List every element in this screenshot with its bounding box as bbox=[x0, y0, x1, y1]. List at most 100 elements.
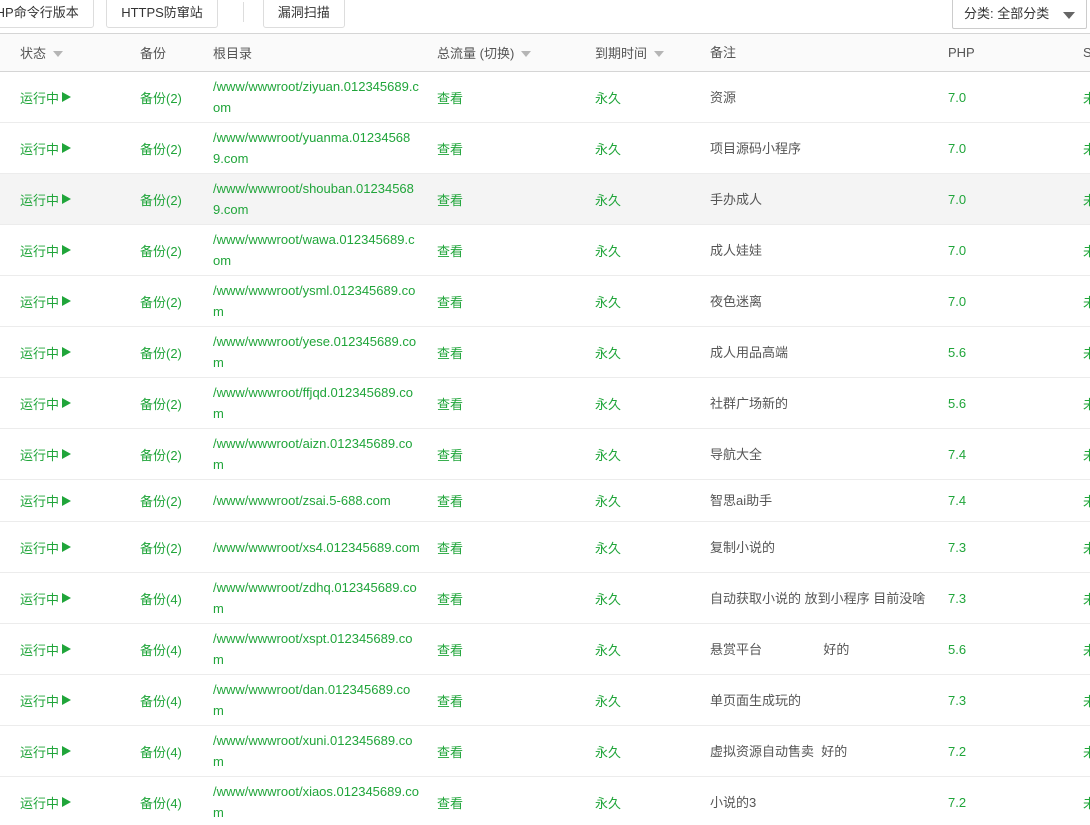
root-path-link[interactable]: /www/wwwroot/shouban.012345689.com bbox=[213, 178, 421, 220]
php-version-link[interactable]: 7.2 bbox=[948, 795, 966, 810]
site-status-toggle[interactable]: 运行中 bbox=[20, 640, 71, 659]
site-note[interactable]: 成人用品高端 bbox=[710, 343, 948, 362]
site-status-toggle[interactable]: 运行中 bbox=[20, 139, 71, 158]
traffic-view-link[interactable]: 查看 bbox=[437, 346, 463, 361]
root-path-link[interactable]: /www/wwwroot/yuanma.012345689.com bbox=[213, 127, 421, 169]
expire-time-link[interactable]: 永久 bbox=[595, 346, 621, 361]
site-note[interactable]: 单页面生成玩的 bbox=[710, 691, 948, 710]
php-version-link[interactable]: 7.4 bbox=[948, 493, 966, 508]
site-status-toggle[interactable]: 运行中 bbox=[20, 793, 71, 812]
traffic-view-link[interactable]: 查看 bbox=[437, 796, 463, 811]
root-path-link[interactable]: /www/wwwroot/xiaos.012345689.com bbox=[213, 781, 421, 823]
expire-time-link[interactable]: 永久 bbox=[595, 91, 621, 106]
site-note[interactable]: 自动获取小说的 放到小程序 目前没啥 bbox=[710, 589, 948, 608]
traffic-view-link[interactable]: 查看 bbox=[437, 295, 463, 310]
expire-time-link[interactable]: 永久 bbox=[595, 295, 621, 310]
expire-time-link[interactable]: 永久 bbox=[595, 494, 621, 509]
backup-link[interactable]: 备份(2) bbox=[140, 193, 182, 208]
site-note[interactable]: 复制小说的 bbox=[710, 538, 948, 557]
backup-link[interactable]: 备份(2) bbox=[140, 541, 182, 556]
traffic-view-link[interactable]: 查看 bbox=[437, 694, 463, 709]
ssl-status-link[interactable]: 未部署 bbox=[1083, 91, 1090, 106]
site-status-toggle[interactable]: 运行中 bbox=[20, 491, 71, 510]
site-note[interactable]: 悬赏平台 好的 bbox=[710, 640, 948, 659]
site-status-toggle[interactable]: 运行中 bbox=[20, 742, 71, 761]
site-status-toggle[interactable]: 运行中 bbox=[20, 589, 71, 608]
ssl-status-link[interactable]: 未部署 bbox=[1083, 142, 1090, 157]
ssl-status-link[interactable]: 未部署 bbox=[1083, 745, 1090, 760]
backup-link[interactable]: 备份(4) bbox=[140, 694, 182, 709]
https-anti-hijack-button[interactable]: HTTPS防窜站 bbox=[106, 0, 218, 28]
php-version-link[interactable]: 7.0 bbox=[948, 90, 966, 105]
root-path-link[interactable]: /www/wwwroot/ziyuan.012345689.com bbox=[213, 76, 421, 118]
root-path-link[interactable]: /www/wwwroot/xs4.012345689.com bbox=[213, 537, 421, 558]
expire-time-link[interactable]: 永久 bbox=[595, 592, 621, 607]
root-path-link[interactable]: /www/wwwroot/xspt.012345689.com bbox=[213, 628, 421, 670]
php-version-link[interactable]: 7.4 bbox=[948, 447, 966, 462]
traffic-view-link[interactable]: 查看 bbox=[437, 91, 463, 106]
backup-link[interactable]: 备份(4) bbox=[140, 796, 182, 811]
traffic-view-link[interactable]: 查看 bbox=[437, 244, 463, 259]
column-header-status[interactable]: 状态 bbox=[20, 43, 140, 62]
traffic-view-link[interactable]: 查看 bbox=[437, 193, 463, 208]
site-note[interactable]: 项目源码小程序 bbox=[710, 139, 948, 158]
root-path-link[interactable]: /www/wwwroot/ysml.012345689.com bbox=[213, 280, 421, 322]
site-note[interactable]: 资源 bbox=[710, 88, 948, 107]
php-version-link[interactable]: 7.2 bbox=[948, 744, 966, 759]
site-status-toggle[interactable]: 运行中 bbox=[20, 190, 71, 209]
ssl-status-link[interactable]: 未部署 bbox=[1083, 541, 1090, 556]
backup-link[interactable]: 备份(2) bbox=[140, 397, 182, 412]
expire-time-link[interactable]: 永久 bbox=[595, 745, 621, 760]
backup-link[interactable]: 备份(4) bbox=[140, 592, 182, 607]
ssl-status-link[interactable]: 未部署 bbox=[1083, 796, 1090, 811]
traffic-view-link[interactable]: 查看 bbox=[437, 745, 463, 760]
traffic-view-link[interactable]: 查看 bbox=[437, 541, 463, 556]
site-note[interactable]: 手办成人 bbox=[710, 190, 948, 209]
ssl-status-link[interactable]: 未部署 bbox=[1083, 448, 1090, 463]
traffic-view-link[interactable]: 查看 bbox=[437, 643, 463, 658]
ssl-status-link[interactable]: 未部署 bbox=[1083, 193, 1090, 208]
traffic-view-link[interactable]: 查看 bbox=[437, 397, 463, 412]
php-version-link[interactable]: 7.3 bbox=[948, 540, 966, 555]
ssl-status-link[interactable]: 未部署 bbox=[1083, 592, 1090, 607]
expire-time-link[interactable]: 永久 bbox=[595, 694, 621, 709]
expire-time-link[interactable]: 永久 bbox=[595, 397, 621, 412]
ssl-status-link[interactable]: 未部署 bbox=[1083, 244, 1090, 259]
site-status-toggle[interactable]: 运行中 bbox=[20, 445, 71, 464]
root-path-link[interactable]: /www/wwwroot/wawa.012345689.com bbox=[213, 229, 421, 271]
php-version-link[interactable]: 7.3 bbox=[948, 693, 966, 708]
php-cli-version-button[interactable]: PHP命令行版本 bbox=[0, 0, 94, 28]
site-note[interactable]: 导航大全 bbox=[710, 445, 948, 464]
site-note[interactable]: 社群广场新的 bbox=[710, 394, 948, 413]
backup-link[interactable]: 备份(2) bbox=[140, 244, 182, 259]
traffic-view-link[interactable]: 查看 bbox=[437, 494, 463, 509]
expire-time-link[interactable]: 永久 bbox=[595, 643, 621, 658]
column-header-traffic[interactable]: 总流量 (切换) bbox=[437, 43, 595, 62]
expire-time-link[interactable]: 永久 bbox=[595, 796, 621, 811]
backup-link[interactable]: 备份(2) bbox=[140, 142, 182, 157]
root-path-link[interactable]: /www/wwwroot/dan.012345689.com bbox=[213, 679, 421, 721]
site-status-toggle[interactable]: 运行中 bbox=[20, 343, 71, 362]
expire-time-link[interactable]: 永久 bbox=[595, 541, 621, 556]
site-note[interactable]: 成人娃娃 bbox=[710, 241, 948, 260]
ssl-status-link[interactable]: 未部署 bbox=[1083, 694, 1090, 709]
vulnerability-scan-button[interactable]: 漏洞扫描 bbox=[263, 0, 345, 28]
expire-time-link[interactable]: 永久 bbox=[595, 142, 621, 157]
site-note[interactable]: 智思ai助手 bbox=[710, 491, 948, 510]
expire-time-link[interactable]: 永久 bbox=[595, 244, 621, 259]
root-path-link[interactable]: /www/wwwroot/zdhq.012345689.com bbox=[213, 577, 421, 619]
php-version-link[interactable]: 5.6 bbox=[948, 642, 966, 657]
site-note[interactable]: 夜色迷离 bbox=[710, 292, 948, 311]
site-status-toggle[interactable]: 运行中 bbox=[20, 394, 71, 413]
ssl-status-link[interactable]: 未部署 bbox=[1083, 295, 1090, 310]
backup-link[interactable]: 备份(2) bbox=[140, 448, 182, 463]
backup-link[interactable]: 备份(4) bbox=[140, 745, 182, 760]
expire-time-link[interactable]: 永久 bbox=[595, 448, 621, 463]
expire-time-link[interactable]: 永久 bbox=[595, 193, 621, 208]
backup-link[interactable]: 备份(4) bbox=[140, 643, 182, 658]
backup-link[interactable]: 备份(2) bbox=[140, 346, 182, 361]
php-version-link[interactable]: 7.3 bbox=[948, 591, 966, 606]
root-path-link[interactable]: /www/wwwroot/ffjqd.012345689.com bbox=[213, 382, 421, 424]
root-path-link[interactable]: /www/wwwroot/xuni.012345689.com bbox=[213, 730, 421, 772]
category-filter-select[interactable]: 分类: 全部分类 bbox=[952, 0, 1087, 29]
